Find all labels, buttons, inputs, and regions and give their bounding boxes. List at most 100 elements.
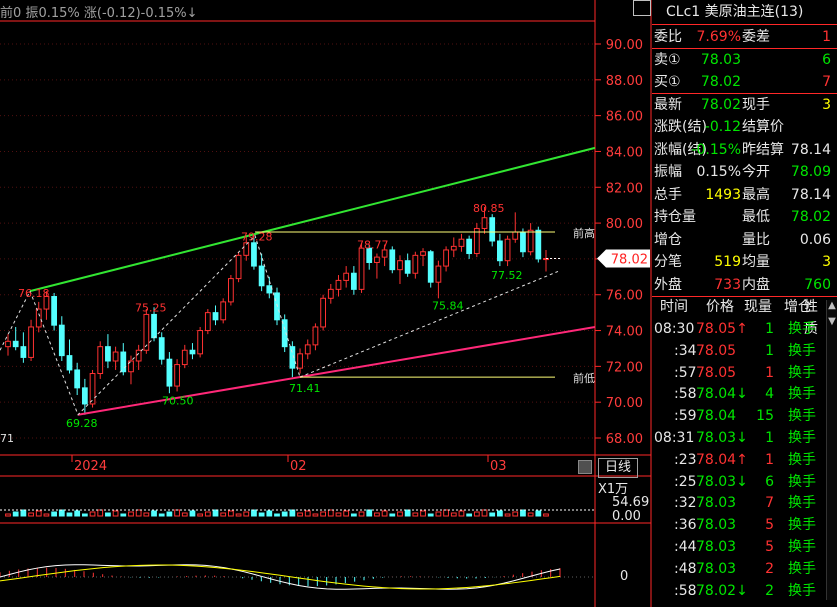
volume-bar xyxy=(289,509,296,517)
volume-bar xyxy=(220,512,227,517)
tick-price: 78.03 xyxy=(696,495,737,512)
tick-row: :25 78.03↓ 6 换手 xyxy=(652,471,827,493)
tick-volume: 15 xyxy=(756,408,774,425)
tick-volume: 1 xyxy=(765,321,774,337)
tick-time: :57 xyxy=(674,364,697,381)
menu-icon[interactable] xyxy=(633,0,651,16)
volume-bar xyxy=(28,512,34,517)
candle-body xyxy=(204,312,211,332)
candle-body xyxy=(535,229,542,260)
candle-body xyxy=(28,326,34,358)
volume-bar xyxy=(458,510,465,517)
tick-volume: 1 xyxy=(765,364,774,381)
zigzag-line-2 xyxy=(29,234,301,416)
volume-max: 54.69 xyxy=(612,495,650,510)
tick-time: 08:31 xyxy=(654,430,695,446)
price-axis-label: 88.00 xyxy=(606,74,643,89)
quote-label-2: 量比 xyxy=(742,231,770,248)
tick-price: 78.05 xyxy=(696,364,737,381)
quote-value-2: 78.14 xyxy=(790,141,831,158)
volume-bar xyxy=(204,511,211,517)
tick-column-header: 价格 xyxy=(706,299,734,315)
annotation-label: 76.18 xyxy=(18,287,50,300)
candle-body xyxy=(120,351,127,373)
candle-body xyxy=(97,346,104,375)
scroll-down-icon[interactable]: ▼ xyxy=(827,316,837,330)
tick-nature: 换手 xyxy=(788,321,816,337)
volume-bar xyxy=(5,513,11,517)
tick-volume: 4 xyxy=(765,386,774,403)
header-prefix: 前0 xyxy=(0,6,22,21)
candle-body xyxy=(105,346,111,362)
scroll-toggle-icon[interactable] xyxy=(578,460,592,474)
time-axis-label: 02 xyxy=(290,459,307,474)
volume-bar xyxy=(12,511,19,517)
tick-price: 78.04↑ xyxy=(696,451,748,468)
quote-label-2: 最高 xyxy=(742,186,770,203)
tick-row: :44 78.03 5 换手 xyxy=(652,536,827,558)
candle-body xyxy=(151,313,157,339)
quote-row: 涨跌(结) -0.12 结算价 xyxy=(652,116,837,138)
candle-body xyxy=(497,240,503,262)
quote-row: 振幅 0.15% 今开 78.09 xyxy=(652,161,837,183)
candle-body xyxy=(243,242,250,256)
quote-label: 涨跌(结) xyxy=(654,119,707,135)
volume-bar xyxy=(20,509,27,517)
tick-scrollbar[interactable]: ▲ ▼ xyxy=(826,300,837,600)
volume-zero: 0.00 xyxy=(612,509,641,524)
candle-body xyxy=(404,260,411,274)
tick-row: :32 78.03 7 换手 xyxy=(652,492,827,514)
candle-body xyxy=(112,351,119,362)
quote-value-2: 0.06 xyxy=(799,231,831,248)
scroll-up-icon[interactable]: ▲ xyxy=(827,300,837,314)
volume-bar xyxy=(181,512,188,517)
candle-body xyxy=(81,387,88,405)
volume-bar xyxy=(343,510,350,517)
header-chg-pct: -0.15%↓ xyxy=(140,6,198,21)
candle-body xyxy=(443,249,449,267)
volume-bar xyxy=(281,511,288,517)
quote-value: 78.03 xyxy=(700,51,741,68)
quote-title-text: CLc1 美原油主连(13) xyxy=(666,4,804,20)
volume-bar xyxy=(543,513,549,517)
candle-body xyxy=(181,349,188,366)
quote-divider xyxy=(652,24,837,25)
volume-bar xyxy=(327,509,334,517)
candle-body xyxy=(389,249,396,271)
tick-time: :44 xyxy=(674,539,697,555)
volume-bar xyxy=(481,509,488,517)
tick-time: :25 xyxy=(674,473,697,490)
candle-body xyxy=(450,245,457,251)
candle-body xyxy=(158,337,165,360)
candle-body xyxy=(197,330,204,355)
period-button[interactable]: 日线 xyxy=(598,458,638,478)
price-axis-label: 80.00 xyxy=(606,217,643,232)
quote-label-2: 今开 xyxy=(742,164,770,180)
tick-volume: 1 xyxy=(765,342,774,359)
candle-body xyxy=(520,231,526,253)
tick-row: 08:30 78.05↑ 1 换手 xyxy=(652,318,827,340)
prev-low-label: 前低 xyxy=(573,371,595,385)
tick-header: 时间 价格 现量 增仓 性质 xyxy=(652,296,827,337)
price-axis-label: 72.00 xyxy=(606,360,643,375)
volume-bar xyxy=(74,510,81,517)
volume-bar xyxy=(51,511,57,517)
candle-body xyxy=(12,340,19,348)
header-strip: 前0 振0.15% 涨(-0.12)-0.15%↓ xyxy=(0,2,198,21)
tick-nature: 换手 xyxy=(788,517,816,534)
quote-row: 分笔 519 均量 3 xyxy=(652,251,837,273)
candle-body xyxy=(5,340,11,348)
tick-row: :57 78.05 1 换手 xyxy=(652,362,827,384)
candle-body xyxy=(35,308,42,328)
quote-row: 持仓量 最低 78.02 xyxy=(652,206,837,228)
price-axis-label: 76.00 xyxy=(606,289,643,304)
candle-body xyxy=(58,324,65,357)
volume-bar xyxy=(81,513,88,517)
candle-body xyxy=(235,254,242,280)
volume-bar xyxy=(266,510,273,517)
volume-bar xyxy=(189,510,196,517)
volume-bar xyxy=(489,512,496,517)
tick-nature: 换手 xyxy=(788,342,816,359)
annotation-label: 80.85 xyxy=(473,202,505,215)
volume-bar xyxy=(58,509,65,517)
